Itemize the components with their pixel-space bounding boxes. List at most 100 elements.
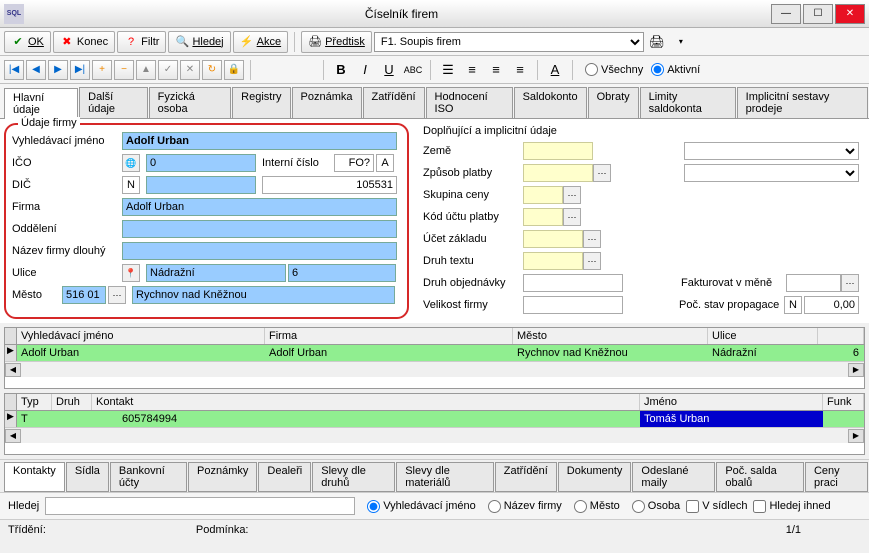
- lookup-icon[interactable]: ⋯: [563, 208, 581, 226]
- align-center-button[interactable]: ≡: [485, 59, 507, 81]
- druh-textu-input[interactable]: [523, 252, 583, 270]
- tab-poznamka[interactable]: Poznámka: [292, 87, 362, 118]
- col-typ[interactable]: Typ: [17, 394, 52, 410]
- dic-n-input[interactable]: [122, 176, 140, 194]
- col-firma[interactable]: Firma: [265, 328, 513, 344]
- col-empty[interactable]: [818, 328, 864, 344]
- list-button[interactable]: ☰: [437, 59, 459, 81]
- tab-zatrideni[interactable]: Zatřídění: [495, 462, 557, 492]
- printer-icon-button[interactable]: 🖨: [646, 31, 668, 53]
- lookup-icon[interactable]: ⋯: [583, 252, 601, 270]
- zeme-input[interactable]: [523, 142, 593, 160]
- radio-active[interactable]: Aktivní: [651, 63, 700, 76]
- tab-fyzicka-osoba[interactable]: Fyzická osoba: [149, 87, 232, 118]
- lookup-icon[interactable]: ⋯: [583, 230, 601, 248]
- tab-poc-salda[interactable]: Poč. salda obalů: [716, 462, 804, 492]
- konec-button[interactable]: ✖Konec: [53, 31, 115, 53]
- minus-button[interactable]: −: [114, 60, 134, 80]
- zeme-select[interactable]: [684, 142, 859, 160]
- vyhledavaci-jmeno-input[interactable]: [122, 132, 397, 150]
- globe-icon[interactable]: 🌐: [122, 154, 140, 172]
- tab-dalsi-udaje[interactable]: Další údaje: [79, 87, 148, 118]
- underline-button[interactable]: U: [378, 59, 400, 81]
- bold-button[interactable]: B: [330, 59, 352, 81]
- scroll-right[interactable]: ▶: [848, 429, 864, 443]
- tab-hodnoceni-iso[interactable]: Hodnocení ISO: [426, 87, 513, 118]
- maximize-button[interactable]: ☐: [803, 4, 833, 24]
- fakturovat-input[interactable]: [786, 274, 841, 292]
- mesto-input[interactable]: [132, 286, 395, 304]
- close-button[interactable]: ✕: [835, 4, 865, 24]
- druh-obj-input[interactable]: [523, 274, 623, 292]
- report-select[interactable]: F1. Soupis firem: [374, 32, 644, 52]
- ulice-cislo-input[interactable]: [288, 264, 396, 282]
- interni-suffix-input[interactable]: [376, 154, 394, 172]
- ico-input[interactable]: [146, 154, 256, 172]
- strike-button[interactable]: ABC: [402, 59, 424, 81]
- col-druh[interactable]: Druh: [52, 394, 92, 410]
- chk-ihned[interactable]: Hledej ihned: [753, 500, 830, 513]
- scroll-left[interactable]: ◀: [5, 363, 21, 377]
- radio-all[interactable]: Všechny: [585, 63, 643, 76]
- scrollbar[interactable]: ◀ ▶: [5, 361, 864, 377]
- table-row[interactable]: ▶ T 605784994 Tomáš Urban: [5, 411, 864, 427]
- predtisk-button[interactable]: 🖨Předtisk: [301, 31, 372, 53]
- tab-implicitni[interactable]: Implicitní sestavy prodeje: [737, 87, 868, 118]
- tab-kontakty[interactable]: Kontakty: [4, 462, 65, 492]
- tab-odeslane-maily[interactable]: Odeslané maily: [632, 462, 715, 492]
- scroll-right[interactable]: ▶: [848, 363, 864, 377]
- font-button[interactable]: A: [544, 59, 566, 81]
- prev-button[interactable]: ◀: [26, 60, 46, 80]
- zpusob-platby-input[interactable]: [523, 164, 593, 182]
- tab-limity[interactable]: Limity saldokonta: [640, 87, 736, 118]
- tab-hlavni-udaje[interactable]: Hlavní údaje: [4, 88, 78, 119]
- table-row[interactable]: ▶ Adolf Urban Adolf Urban Rychnov nad Kn…: [5, 345, 864, 361]
- last-button[interactable]: ▶|: [70, 60, 90, 80]
- tab-dokumenty[interactable]: Dokumenty: [558, 462, 632, 492]
- lookup-icon[interactable]: ⋯: [593, 164, 611, 182]
- edit-button[interactable]: ▲: [136, 60, 156, 80]
- align-right-button[interactable]: ≡: [509, 59, 531, 81]
- first-button[interactable]: |◀: [4, 60, 24, 80]
- scrollbar[interactable]: ◀ ▶: [5, 427, 864, 443]
- confirm-button[interactable]: ✓: [158, 60, 178, 80]
- tab-obraty[interactable]: Obraty: [588, 87, 639, 118]
- hledej-button[interactable]: 🔍Hledej: [168, 31, 230, 53]
- interni-cislo-input[interactable]: [334, 154, 374, 172]
- tab-zatrideni[interactable]: Zatřídění: [363, 87, 425, 118]
- firma-input[interactable]: [122, 198, 397, 216]
- radio-mesto[interactable]: Město: [574, 500, 620, 513]
- velikost-input[interactable]: [523, 296, 623, 314]
- radio-vyhledavaci[interactable]: Vyhledávací jméno: [367, 500, 476, 513]
- ucet-zakladu-input[interactable]: [523, 230, 583, 248]
- radio-nazev[interactable]: Název firmy: [488, 500, 562, 513]
- scroll-left[interactable]: ◀: [5, 429, 21, 443]
- filtr-button[interactable]: ?Filtr: [117, 31, 166, 53]
- refresh-button[interactable]: ↻: [202, 60, 222, 80]
- zpusob-platby-select[interactable]: [684, 164, 859, 182]
- map-icon[interactable]: 📍: [122, 264, 140, 282]
- akce-button[interactable]: ⚡Akce: [233, 31, 288, 53]
- next-button[interactable]: ▶: [48, 60, 68, 80]
- poc-stav-n-input[interactable]: [784, 296, 802, 314]
- search-input[interactable]: [45, 497, 355, 515]
- tab-bankovni-ucty[interactable]: Bankovní účty: [110, 462, 187, 492]
- dic-input[interactable]: [146, 176, 256, 194]
- tab-saldokonto[interactable]: Saldokonto: [514, 87, 587, 118]
- col-ulice[interactable]: Ulice: [708, 328, 818, 344]
- col-jmeno[interactable]: Jméno: [640, 394, 823, 410]
- tab-dealeri[interactable]: Dealeři: [258, 462, 311, 492]
- skupina-ceny-input[interactable]: [523, 186, 563, 204]
- plus-button[interactable]: +: [92, 60, 112, 80]
- lookup-icon[interactable]: ⋯: [108, 286, 126, 304]
- tab-slevy-druhu[interactable]: Slevy dle druhů: [312, 462, 395, 492]
- tab-ceny-praci[interactable]: Ceny praci: [805, 462, 868, 492]
- kod-uctu-input[interactable]: [523, 208, 563, 226]
- col-mesto[interactable]: Město: [513, 328, 708, 344]
- radio-osoba[interactable]: Osoba: [632, 500, 680, 513]
- col-funk[interactable]: Funk: [823, 394, 864, 410]
- psc-input[interactable]: [62, 286, 106, 304]
- cancel-button[interactable]: ✕: [180, 60, 200, 80]
- tab-slevy-materialu[interactable]: Slevy dle materiálů: [396, 462, 494, 492]
- dropdown-icon[interactable]: ▾: [670, 31, 692, 53]
